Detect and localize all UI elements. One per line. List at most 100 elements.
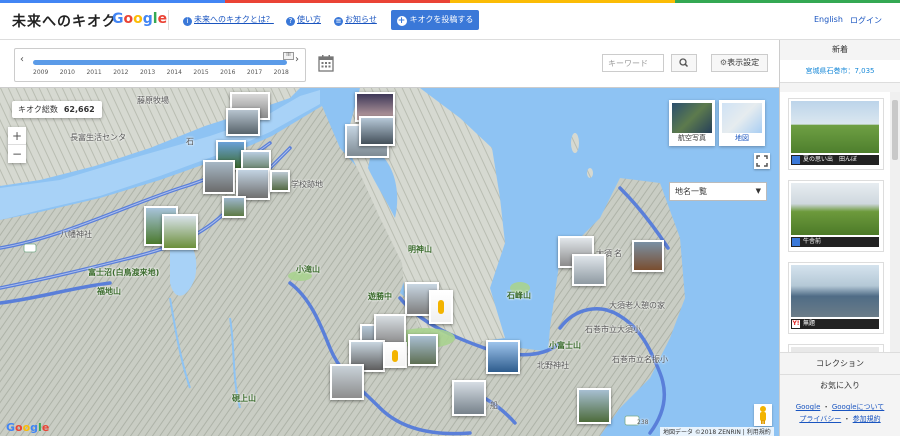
terms-link[interactable]: 参加規約: [853, 415, 881, 423]
place-list-select[interactable]: 地名一覧 ▼: [669, 182, 767, 201]
about-link[interactable]: i 未来へのキオクとは？: [183, 14, 274, 26]
map-label: 小富士山: [549, 341, 581, 350]
memory-photo[interactable]: [330, 364, 364, 400]
calendar-icon[interactable]: [318, 54, 334, 72]
timeline-handle[interactable]: III: [283, 52, 294, 60]
year-label[interactable]: 2017: [247, 69, 262, 76]
map-type-roadmap[interactable]: 地図: [719, 100, 765, 146]
news-icon: ≡: [334, 17, 343, 26]
map-label: 石巻市立大須小: [585, 325, 641, 334]
privacy-link[interactable]: プライバシー: [799, 415, 841, 423]
top-bar: 未来へのキオク Google i 未来へのキオクとは？ ? 使い方 ≡ お知らせ + キ…: [0, 0, 900, 40]
info-icon: i: [183, 17, 192, 26]
year-label[interactable]: 2013: [140, 69, 155, 76]
map-label: 石峰山: [507, 291, 531, 300]
memory-card-image: [791, 265, 879, 317]
map-label: 北野神社: [537, 361, 569, 370]
english-link[interactable]: English: [814, 15, 843, 24]
memory-card[interactable]: 夏の思い出 田んぼ: [788, 98, 884, 170]
user-icon: [792, 156, 800, 164]
caret-down-icon: ▼: [755, 187, 761, 195]
sidebar-scrollbar[interactable]: [890, 92, 900, 388]
plus-icon: +: [396, 16, 407, 26]
street-view-pegman[interactable]: [754, 404, 772, 426]
memory-card[interactable]: 牛舎前: [788, 180, 884, 252]
map-label: 遊勝中: [368, 292, 392, 301]
year-label[interactable]: 2011: [86, 69, 101, 76]
map-label: 富士沼(白鳥渡来地): [88, 268, 160, 277]
map-type-satellite[interactable]: 航空写真: [669, 100, 715, 146]
zoom-in-button[interactable]: +: [8, 127, 26, 145]
year-label[interactable]: 2016: [220, 69, 235, 76]
map-label: 八幡神社: [60, 230, 92, 239]
year-label[interactable]: 2014: [167, 69, 182, 76]
route-shield-label: 238: [637, 419, 649, 426]
fullscreen-button[interactable]: [754, 153, 770, 169]
memory-photo[interactable]: [572, 254, 606, 286]
map-label: 藤原牧場: [137, 96, 169, 105]
memory-total-badge: キオク総数 62,662: [12, 101, 102, 118]
display-settings-button[interactable]: ⚙表示設定: [711, 54, 768, 72]
memory-photo[interactable]: [270, 170, 290, 192]
timeline-range-bar[interactable]: [33, 60, 287, 65]
about-google-link[interactable]: Googleについて: [832, 403, 884, 411]
map-canvas[interactable]: 藤原牧場 長富生活センタ 石 学校跡地 八幡神社 富士沼(白鳥渡来地) 福地山 …: [0, 88, 779, 436]
map-label: 明神山: [408, 245, 432, 254]
year-label[interactable]: 2015: [193, 69, 208, 76]
memory-photo[interactable]: [486, 340, 520, 374]
timeline-years: 2009 2010 2011 2012 2013 2014 2015 2016 …: [33, 69, 289, 76]
memory-photo[interactable]: [203, 160, 235, 194]
pegman-icon: [438, 300, 444, 314]
memory-photo[interactable]: [383, 342, 407, 368]
sidebar-heading: 新着: [780, 40, 900, 61]
zoom-control: + −: [8, 127, 26, 163]
memory-card-image: [791, 183, 879, 235]
year-label[interactable]: 2012: [113, 69, 128, 76]
memory-photo[interactable]: [452, 380, 486, 416]
year-label[interactable]: 2009: [33, 69, 48, 76]
memory-card[interactable]: Y! 無題: [788, 262, 884, 334]
memory-photo[interactable]: [408, 334, 438, 366]
post-memory-button[interactable]: + キオクを投稿する: [391, 10, 479, 30]
timeline-next-icon[interactable]: ›: [295, 54, 299, 65]
memory-photo[interactable]: [632, 240, 664, 272]
sidebar-footer: Google ・ Googleについて プライバシー ・ 参加規約: [795, 403, 885, 423]
roadmap-thumbnail: [722, 103, 762, 133]
map-label: 大須老人憩の家: [609, 301, 665, 310]
keyword-search-button[interactable]: [671, 54, 697, 72]
favorites-button[interactable]: お気に入り: [780, 374, 900, 397]
memory-photo[interactable]: [226, 108, 260, 136]
year-label[interactable]: 2010: [60, 69, 75, 76]
year-timeline[interactable]: ‹ › III 2009 2010 2011 2012 2013 2014 20…: [14, 48, 306, 82]
year-label[interactable]: 2018: [274, 69, 289, 76]
header-divider: [168, 10, 169, 30]
news-link[interactable]: ≡ お知らせ: [334, 14, 377, 26]
collection-button[interactable]: コレクション: [780, 352, 900, 375]
google-logo: Google: [112, 11, 168, 27]
keyword-input[interactable]: キーワード: [602, 54, 664, 72]
map-label: 福地山: [97, 287, 121, 296]
google-maps-logo: Google: [6, 421, 50, 434]
memory-photo[interactable]: [162, 214, 198, 250]
new-memories-list[interactable]: 夏の思い出 田んぼ 牛舎前 Y! 無題: [780, 92, 890, 388]
timeline-prev-icon[interactable]: ‹: [20, 54, 24, 65]
memory-photo[interactable]: [359, 116, 395, 146]
scrollbar-thumb[interactable]: [892, 100, 898, 160]
zoom-out-button[interactable]: −: [8, 145, 26, 163]
memory-photo[interactable]: [577, 388, 611, 424]
memory-photo[interactable]: [429, 290, 453, 324]
login-link[interactable]: ログイン: [850, 15, 882, 26]
sidebar-location-count[interactable]: 宮城県石巻市：7,035: [780, 60, 900, 83]
sidebar: 新着 宮城県石巻市：7,035 夏の思い出 田んぼ 牛舎前 Y! 無題 コレクショ…: [779, 40, 900, 436]
map-copyright[interactable]: 地図データ ©2018 ZENRIN | 利用規約: [660, 427, 774, 436]
google-link[interactable]: Google: [796, 403, 821, 411]
brand-color-line: [0, 0, 900, 3]
memory-photo[interactable]: [222, 196, 246, 218]
site-logo[interactable]: 未来へのキオク: [12, 11, 117, 31]
user-icon: [792, 238, 800, 246]
map-label: 名: [614, 249, 622, 258]
help-icon: ?: [286, 17, 295, 26]
map-label: 船: [490, 401, 498, 410]
pegman-icon: [760, 406, 766, 424]
how-to-link[interactable]: ? 使い方: [286, 14, 321, 26]
